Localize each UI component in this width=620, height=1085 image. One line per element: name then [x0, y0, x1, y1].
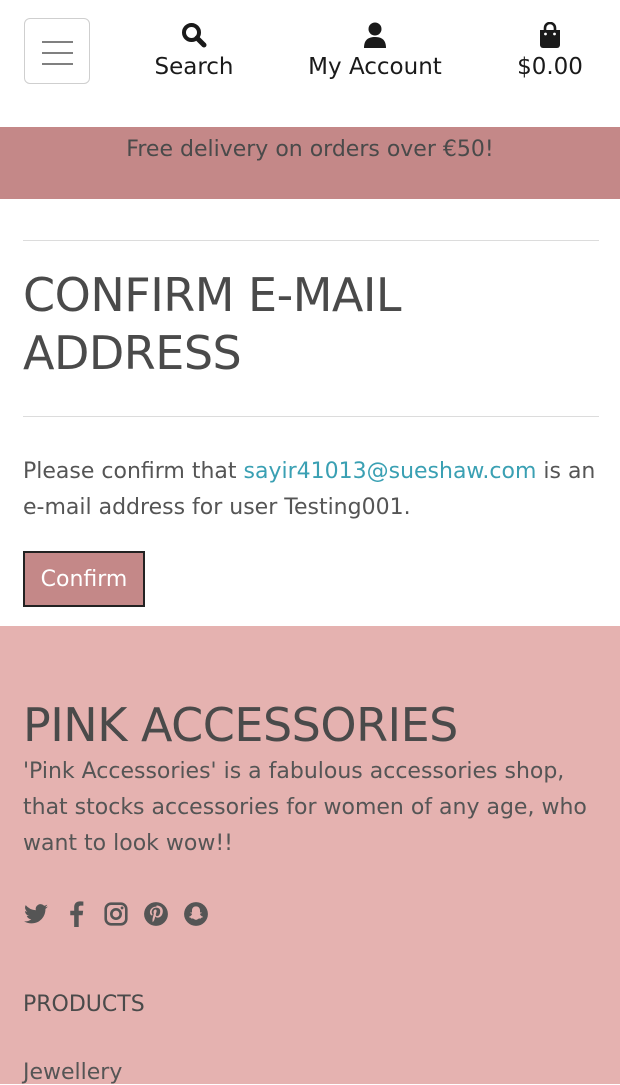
facebook-icon[interactable] [63, 901, 89, 927]
page-title: CONFIRM E-MAIL ADDRESS [23, 268, 402, 380]
confirm-message-prefix: Please confirm that [23, 459, 244, 484]
my-account-label: My Account [308, 54, 442, 80]
footer-brand: PINK ACCESSORIES [23, 698, 458, 752]
instagram-icon[interactable] [103, 901, 129, 927]
products-heading: PRODUCTS [23, 992, 145, 1017]
search-link[interactable]: Search [134, 18, 254, 84]
confirm-message: Please confirm that sayir41013@sueshaw.c… [23, 454, 608, 526]
menu-toggle-button[interactable] [24, 18, 90, 84]
divider-top [23, 240, 599, 241]
social-links [23, 901, 209, 927]
confirm-button[interactable]: Confirm [23, 551, 145, 607]
shopping-bag-link[interactable]: $0.00 [500, 18, 600, 84]
user-icon [300, 18, 450, 48]
delivery-banner-text: Free delivery on orders over €50! [126, 137, 494, 162]
email-link[interactable]: sayir41013@sueshaw.com [244, 459, 537, 484]
shopping-bag-icon [500, 18, 600, 48]
my-account-link[interactable]: My Account [300, 18, 450, 84]
snapchat-icon[interactable] [183, 901, 209, 927]
divider-bottom [23, 416, 599, 417]
search-label: Search [154, 54, 234, 80]
hamburger-icon [42, 41, 73, 74]
product-link-jewellery[interactable]: Jewellery [23, 1060, 122, 1085]
delivery-banner: Free delivery on orders over €50! [0, 127, 620, 199]
pinterest-icon[interactable] [143, 901, 169, 927]
search-icon [134, 18, 254, 48]
site-header: Search My Account $0.00 [0, 0, 620, 127]
footer-about: 'Pink Accessories' is a fabulous accesso… [23, 759, 587, 856]
bag-total: $0.00 [517, 54, 583, 80]
site-footer: PINK ACCESSORIES 'Pink Accessories' is a… [0, 626, 620, 1085]
twitter-icon[interactable] [23, 901, 49, 927]
